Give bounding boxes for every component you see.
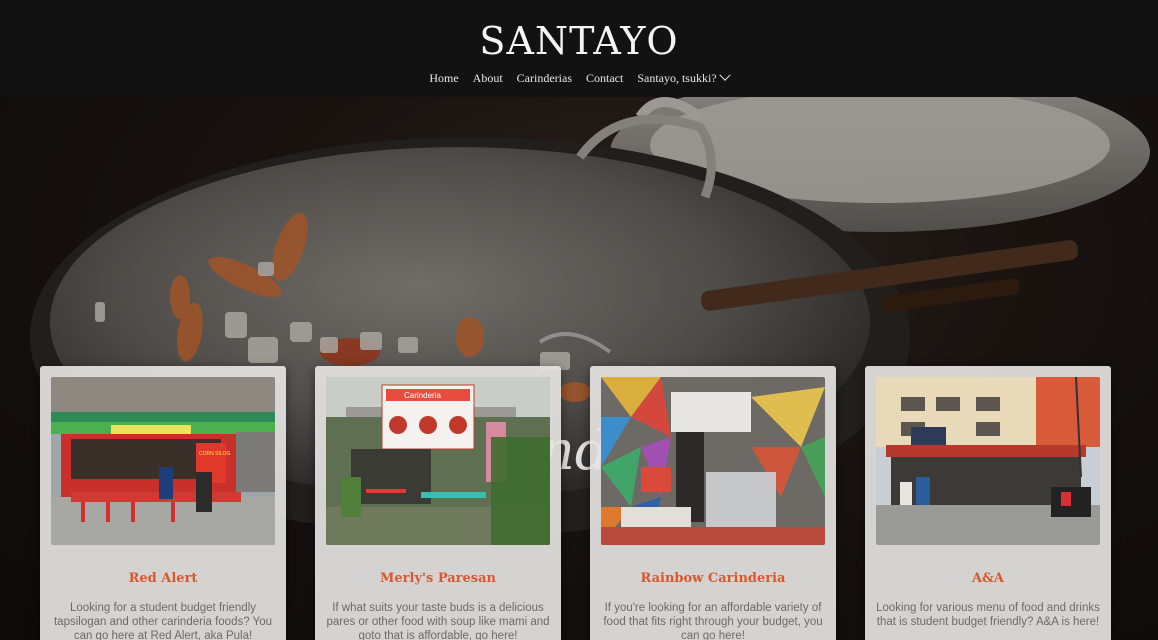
site-header: SANTAYO Home About Carinderias Contact S…: [0, 0, 1158, 97]
svg-text:Carinderia: Carinderia: [404, 391, 441, 400]
chevron-down-icon: [718, 69, 731, 81]
carinderia-photo[interactable]: [876, 377, 1100, 545]
carinderia-description: Looking for a student budget friendly ta…: [53, 602, 273, 640]
nav-home[interactable]: Home: [429, 71, 458, 86]
carinderia-photo[interactable]: [601, 377, 825, 545]
main-nav: Home About Carinderias Contact Santayo, …: [0, 68, 1158, 88]
carinderia-photo[interactable]: Carinderia: [326, 377, 550, 545]
carinderia-card[interactable]: A&A Looking for various menu of food and…: [865, 366, 1111, 640]
carinderia-photo[interactable]: CORN SILOG: [51, 377, 275, 545]
nav-contact[interactable]: Contact: [586, 71, 623, 86]
carinderia-card[interactable]: CORN SILOG Red Alert Looking for a stude…: [40, 366, 286, 640]
site-logo[interactable]: SANTAYO: [0, 18, 1158, 64]
nav-about[interactable]: About: [473, 71, 503, 86]
carinderia-description: If you're looking for an affordable vari…: [603, 602, 823, 640]
nav-santayo-label[interactable]: Santayo, tsukki?: [637, 71, 716, 86]
carinderia-name[interactable]: Merly's Paresan: [315, 571, 561, 586]
carinderia-card[interactable]: Rainbow Carinderia If you're looking for…: [590, 366, 836, 640]
nav-santayo-dropdown[interactable]: Santayo, tsukki?: [637, 69, 731, 86]
carinderia-card[interactable]: Carinderia Merly's Paresan If what suits…: [315, 366, 561, 640]
svg-text:CORN SILOG: CORN SILOG: [199, 451, 231, 457]
carinderia-description: Looking for various menu of food and dri…: [876, 602, 1100, 628]
carinderia-name[interactable]: A&A: [865, 571, 1111, 586]
carinderia-name[interactable]: Rainbow Carinderia: [590, 571, 836, 586]
carinderia-description: If what suits your taste buds is a delic…: [326, 602, 550, 640]
carinderia-name[interactable]: Red Alert: [40, 571, 286, 586]
nav-carinderias[interactable]: Carinderias: [517, 71, 572, 86]
